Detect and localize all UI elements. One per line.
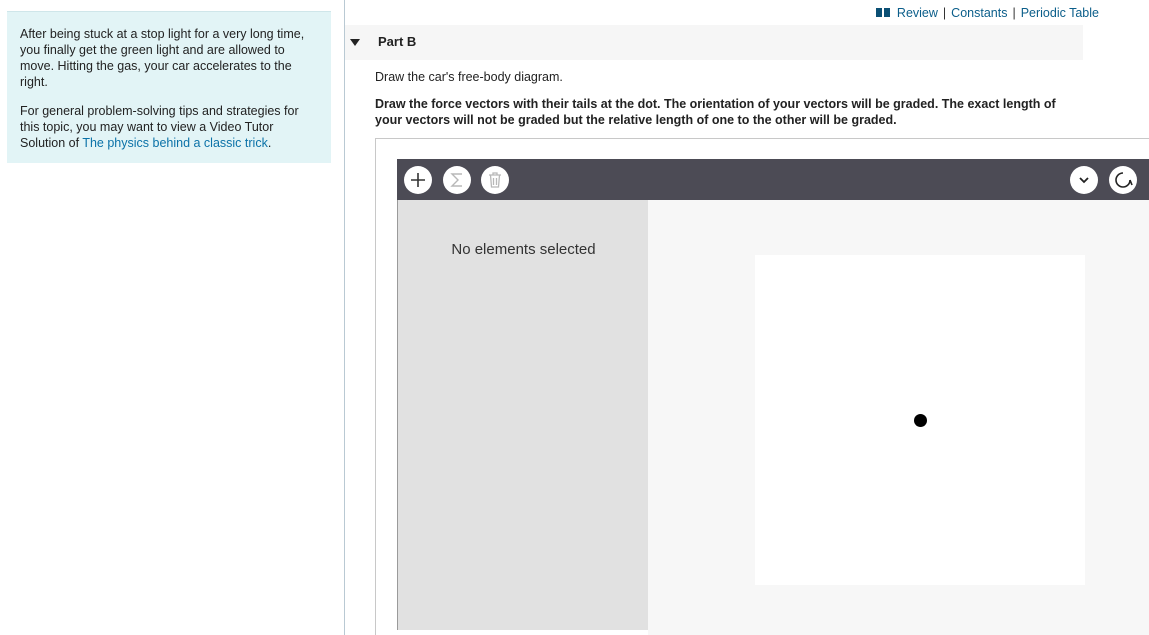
constants-link[interactable]: Constants <box>951 6 1007 20</box>
part-title: Part B <box>378 33 417 49</box>
trash-icon[interactable] <box>481 166 509 194</box>
panel-divider <box>344 0 345 635</box>
link-separator: | <box>942 6 947 20</box>
part-header[interactable]: Part B <box>345 25 1083 60</box>
grading-instruction: Draw the force vectors with their tails … <box>375 97 1056 127</box>
reset-icon[interactable] <box>1109 166 1137 194</box>
tips-text: For general problem-solving tips and str… <box>20 103 319 151</box>
instruction-text: Draw the car's free-body diagram. <box>375 70 563 84</box>
empty-selection-message: No elements selected <box>451 241 596 258</box>
link-separator: | <box>1012 6 1016 20</box>
video-tutor-link[interactable]: The physics behind a classic trick <box>82 136 268 150</box>
tool-toolbar <box>397 159 1149 200</box>
book-icon <box>875 8 890 18</box>
resource-links: Review | Constants | Periodic Table <box>875 5 1099 21</box>
origin-dot <box>914 414 927 427</box>
collapse-triangle-icon[interactable] <box>350 39 360 46</box>
periodic-table-link[interactable]: Periodic Table <box>1021 6 1099 20</box>
chevron-down-icon[interactable] <box>1070 166 1098 194</box>
review-link[interactable]: Review <box>897 6 938 20</box>
plus-icon[interactable] <box>404 166 432 194</box>
tips-suffix: . <box>267 136 272 150</box>
problem-text: After being stuck at a stop light for a … <box>20 27 305 89</box>
sigma-icon[interactable] <box>443 166 471 194</box>
problem-panel: After being stuck at a stop light for a … <box>7 11 331 163</box>
properties-panel: No elements selected <box>397 200 648 630</box>
